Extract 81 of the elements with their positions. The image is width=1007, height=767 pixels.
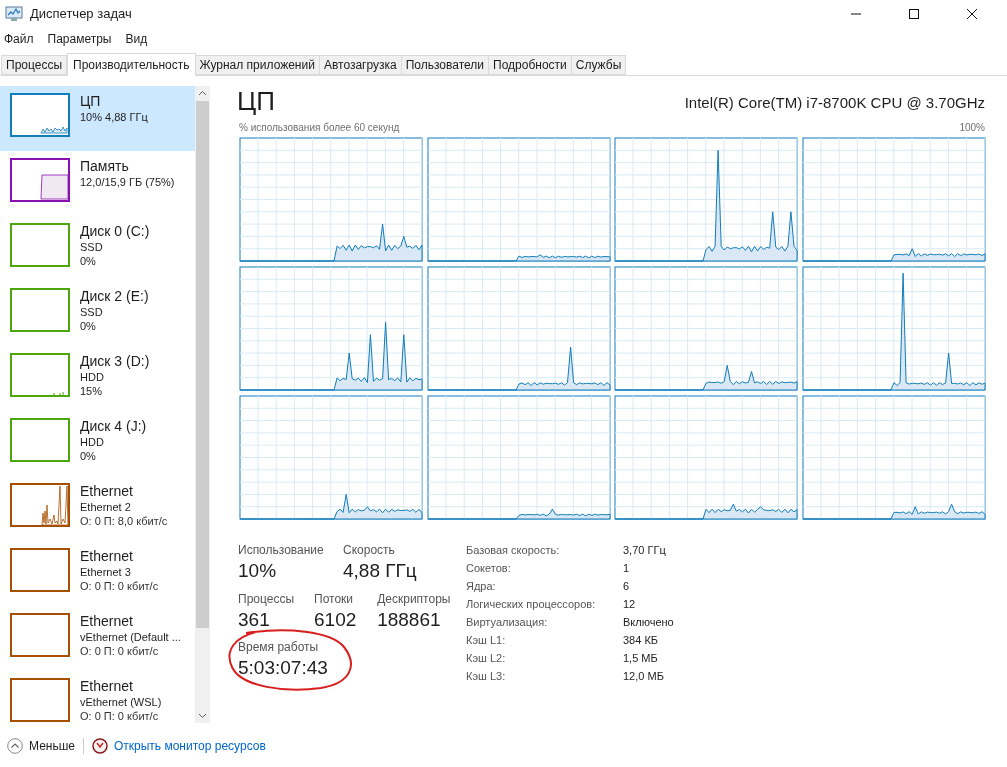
stat-value: 188861 bbox=[377, 608, 442, 632]
item-detail: 15% bbox=[80, 384, 104, 398]
stat-value: 4,88 ГГц bbox=[343, 559, 418, 583]
detail-label: Виртуализация: bbox=[466, 615, 549, 630]
menu-item[interactable]: Параметры bbox=[47, 29, 112, 48]
item-detail: 0% bbox=[80, 449, 97, 463]
menu-item[interactable]: Вид bbox=[125, 29, 148, 48]
stat-label: Скорость bbox=[343, 542, 396, 558]
stat-label: Потоки bbox=[314, 591, 355, 607]
item-title: Ethernet bbox=[80, 678, 134, 695]
detail-label: Кэш L2: bbox=[466, 651, 507, 666]
item-detail: О: 0 П: 0 кбит/с bbox=[80, 709, 160, 723]
detail-label: Базовая скорость: bbox=[466, 543, 561, 558]
item-detail: vEthernet (WSL) bbox=[80, 695, 162, 709]
chevron-up-icon bbox=[7, 738, 23, 754]
stat-label: Процессы bbox=[238, 591, 295, 607]
item-detail: Ethernet 3 bbox=[80, 565, 132, 579]
item-detail: HDD bbox=[80, 435, 105, 449]
stat-value: 6102 bbox=[314, 608, 358, 632]
item-detail: О: 0 П: 0 кбит/с bbox=[80, 644, 160, 658]
item-detail: Ethernet 2 bbox=[80, 500, 132, 514]
detail-value: 12 bbox=[623, 597, 637, 612]
resource-monitor-link[interactable]: Открыть монитор ресурсов bbox=[114, 737, 266, 755]
item-title: Диск 2 (E:) bbox=[80, 288, 149, 305]
stat-label: Использование bbox=[238, 542, 325, 558]
item-title: ЦП bbox=[80, 93, 102, 110]
item-title: Диск 0 (C:) bbox=[80, 223, 150, 240]
item-detail: SSD bbox=[80, 305, 104, 319]
cpu-model: Intel(R) Core(TM) i7-8700K CPU @ 3.70GHz bbox=[684, 92, 985, 113]
app-icon bbox=[5, 5, 23, 22]
tab[interactable]: Службы bbox=[571, 55, 627, 75]
detail-value: 12,0 МБ bbox=[623, 669, 665, 684]
section-title: ЦП bbox=[237, 86, 275, 116]
maximize-icon bbox=[909, 8, 919, 19]
item-detail: HDD bbox=[80, 370, 105, 384]
detail-value: 6 bbox=[623, 579, 631, 594]
detail-value: 1,5 МБ bbox=[623, 651, 659, 666]
detail-label: Логических процессоров: bbox=[466, 597, 597, 612]
gauge-icon bbox=[92, 738, 108, 754]
detail-value: 384 КБ bbox=[623, 633, 660, 648]
item-detail: 12,0/15,9 ГБ (75%) bbox=[80, 175, 175, 189]
scrollbar-thumb[interactable] bbox=[196, 101, 209, 628]
scrollbar[interactable] bbox=[195, 86, 210, 723]
stat-label: Дескрипторы bbox=[377, 591, 452, 607]
detail-label: Ядра: bbox=[466, 579, 497, 594]
detail-label: Сокетов: bbox=[466, 561, 512, 576]
tab[interactable]: Пользователи bbox=[401, 55, 490, 75]
tab[interactable]: Автозагрузка bbox=[319, 55, 402, 75]
item-title: Диск 4 (J:) bbox=[80, 418, 147, 435]
window-title: Диспетчер задач bbox=[30, 4, 132, 23]
tab[interactable]: Процессы bbox=[1, 55, 67, 75]
detail-label: Кэш L3: bbox=[466, 669, 507, 684]
item-detail: О: 0 П: 0 кбит/с bbox=[80, 579, 159, 593]
tab[interactable]: Производительность bbox=[67, 53, 196, 76]
close-icon bbox=[967, 8, 977, 19]
fewer-details-button[interactable]: Меньше bbox=[7, 737, 75, 755]
item-detail: vEthernet (Default ... bbox=[80, 630, 181, 644]
tab[interactable]: Журнал приложений bbox=[195, 55, 320, 75]
graph-max-label: 100% bbox=[959, 121, 985, 135]
tab[interactable]: Подробности bbox=[489, 55, 572, 75]
stat-value: 5:03:07:43 bbox=[238, 656, 329, 680]
item-title: Ethernet bbox=[80, 548, 134, 565]
item-detail: 10% 4,88 ГГц bbox=[80, 110, 148, 124]
item-detail: 0% bbox=[80, 254, 97, 268]
item-title: Ethernet bbox=[80, 483, 134, 500]
detail-value: 1 bbox=[623, 561, 631, 576]
stat-label: Время работы bbox=[238, 639, 320, 655]
detail-label: Кэш L1: bbox=[466, 633, 507, 648]
item-detail: О: 0 П: 8,0 кбит/с bbox=[80, 514, 168, 528]
item-detail: 0% bbox=[80, 319, 97, 333]
graph-caption: % использования более 60 секунд bbox=[239, 121, 400, 135]
stat-value: 361 bbox=[238, 608, 271, 632]
item-title: Память bbox=[80, 158, 130, 175]
stat-value: 10% bbox=[238, 559, 278, 583]
item-title: Диск 3 (D:) bbox=[80, 353, 150, 370]
menu-item[interactable]: Файл bbox=[4, 29, 34, 48]
detail-value: Включено bbox=[623, 615, 674, 630]
item-detail: SSD bbox=[80, 240, 104, 254]
sidebar-item[interactable]: ЦП 10% 4,88 ГГц bbox=[0, 86, 195, 151]
detail-value: 3,70 ГГц bbox=[623, 543, 667, 558]
item-title: Ethernet bbox=[80, 613, 134, 630]
